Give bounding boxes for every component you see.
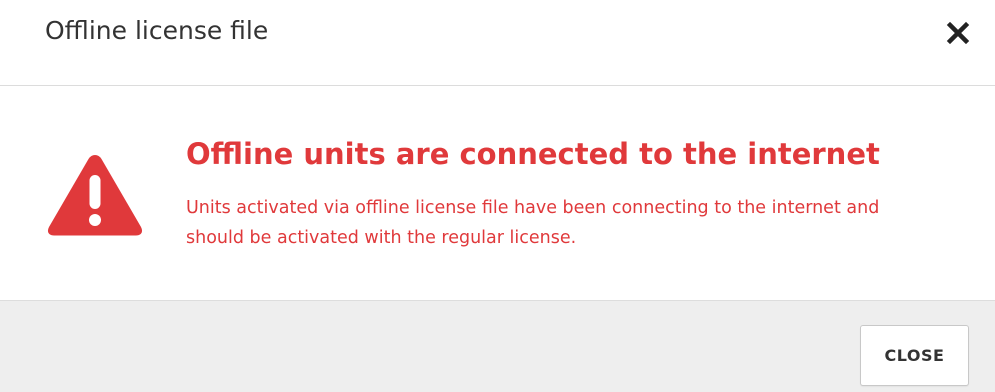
dialog-title: Offline license file — [45, 16, 269, 45]
dialog-footer: CLOSE — [0, 300, 995, 392]
alert-title: Offline units are connected to the inter… — [186, 137, 880, 171]
dialog-header: Offline license file — [0, 0, 995, 86]
alert-message: Units activated via offline license file… — [186, 198, 880, 248]
offline-license-dialog: Offline license file Offline units are c… — [0, 0, 995, 392]
close-button[interactable]: CLOSE — [860, 325, 969, 386]
close-x-icon[interactable] — [943, 18, 973, 48]
warning-triangle-icon — [45, 151, 145, 239]
dialog-body: Offline units are connected to the inter… — [0, 86, 995, 300]
